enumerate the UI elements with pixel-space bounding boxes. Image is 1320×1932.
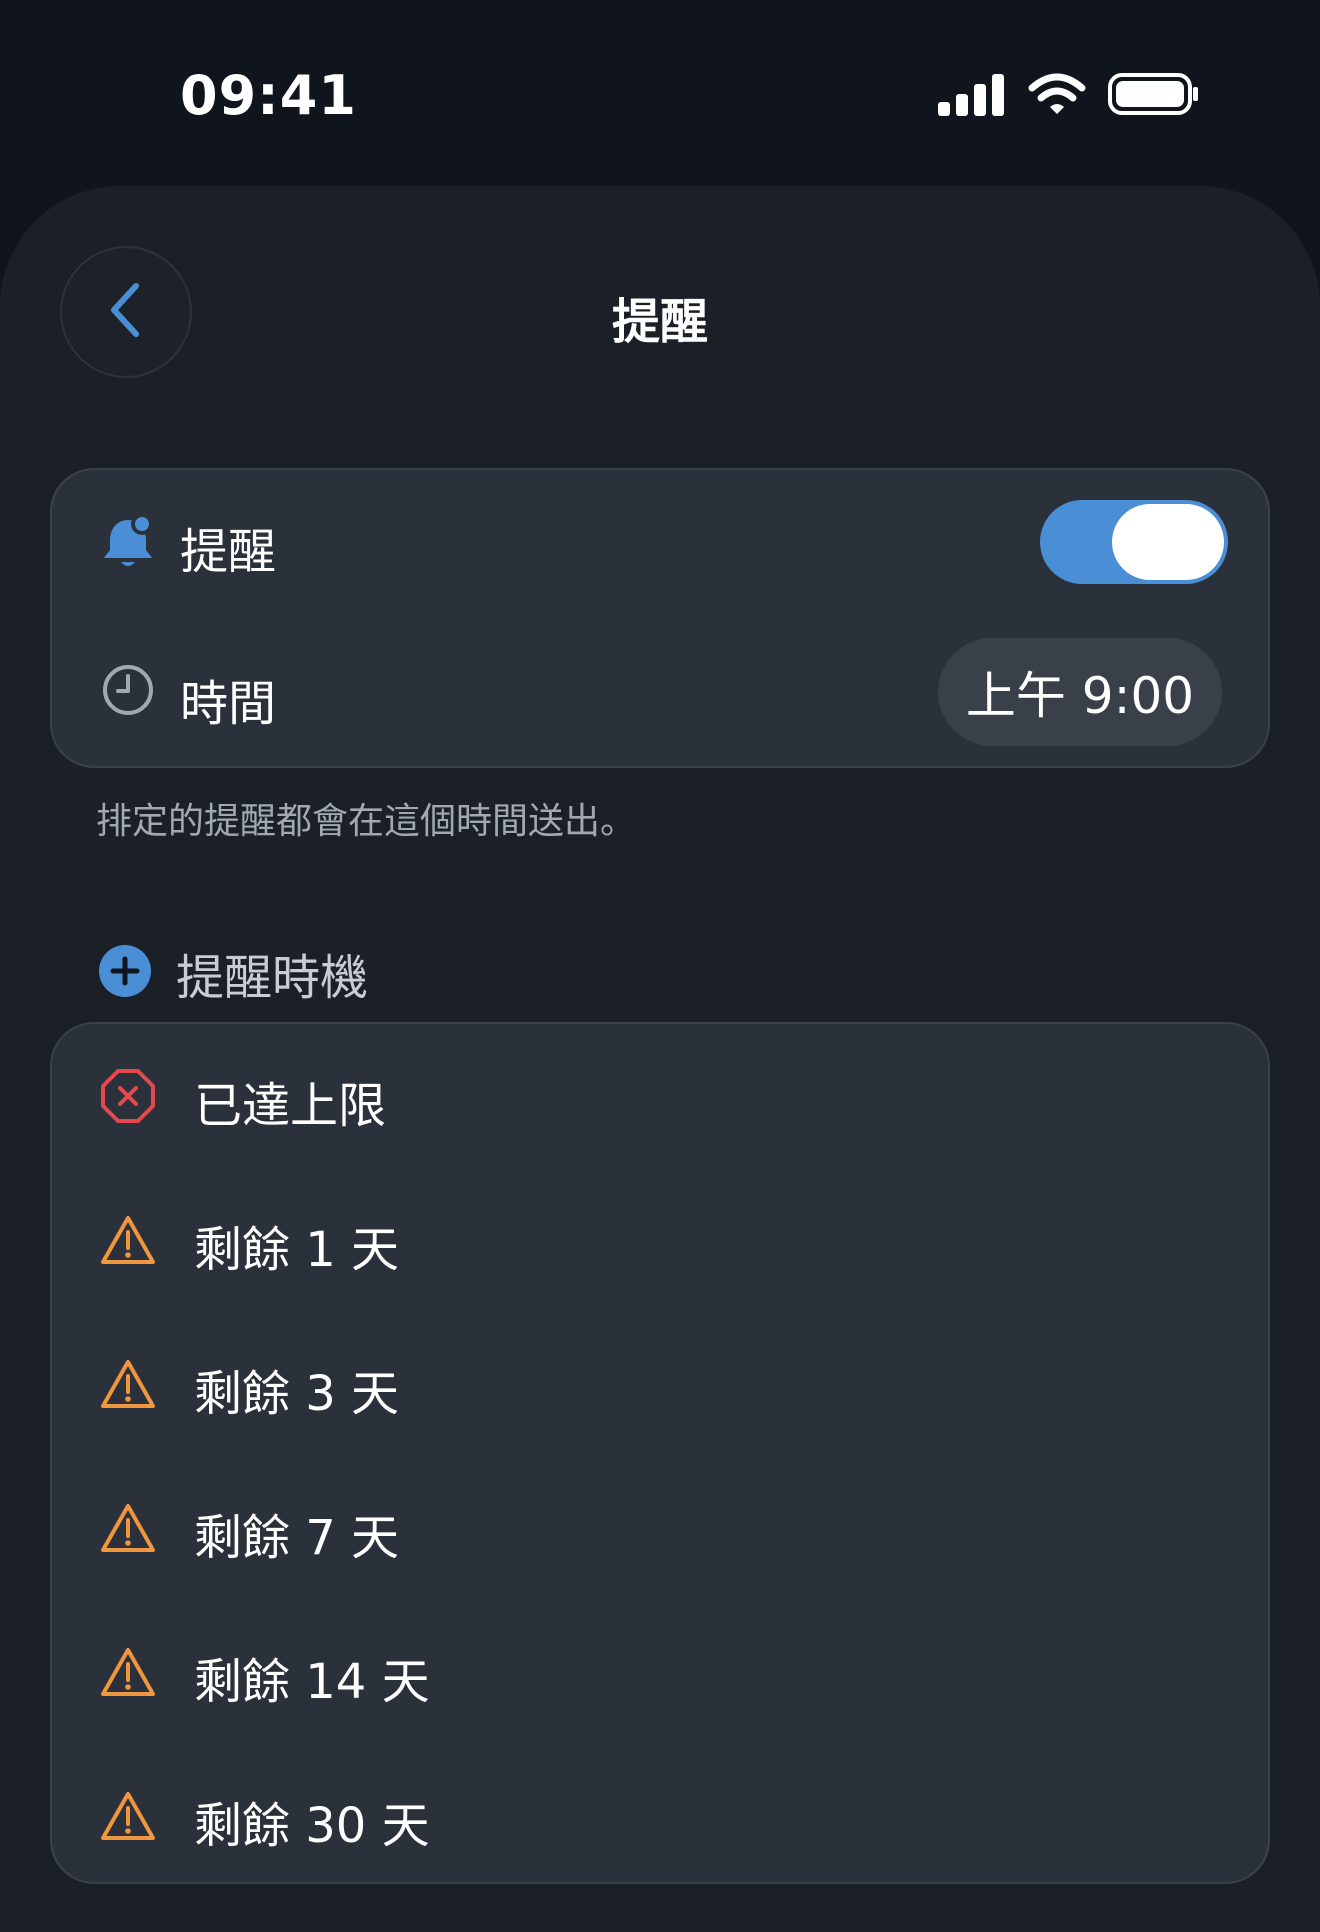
timing-item-3-days[interactable]: 剩餘 3 天 [52, 1312, 1268, 1456]
reminder-row: 提醒 [52, 470, 1268, 614]
warning-icon [100, 1644, 156, 1700]
x-octagon-icon [100, 1068, 156, 1124]
timing-item-7-days[interactable]: 剩餘 7 天 [52, 1456, 1268, 1600]
time-label: 時間 [180, 676, 277, 732]
warning-icon [100, 1212, 156, 1268]
timing-item-14-days[interactable]: 剩餘 14 天 [52, 1600, 1268, 1744]
page-title: 提醒 [611, 294, 708, 350]
time-picker-button[interactable]: 上午 9:00 [938, 638, 1222, 746]
timing-item-limit-reached[interactable]: 已達上限 [52, 1024, 1268, 1168]
timing-item-label: 剩餘 7 天 [194, 1510, 400, 1566]
reminder-toggle[interactable] [1040, 500, 1228, 584]
warning-icon [100, 1500, 156, 1556]
warning-icon [100, 1356, 156, 1412]
timing-item-label: 剩餘 30 天 [194, 1798, 430, 1854]
bell-icon [100, 514, 156, 570]
battery-icon [1108, 72, 1200, 120]
status-time: 09:41 [180, 64, 357, 127]
reminder-label: 提醒 [180, 524, 277, 580]
timing-item-label: 剩餘 3 天 [194, 1366, 400, 1422]
warning-icon [100, 1788, 156, 1844]
timing-item-label: 剩餘 1 天 [194, 1222, 400, 1278]
status-icons [938, 72, 1200, 120]
wifi-icon [1028, 72, 1086, 120]
plus-circle-icon [98, 944, 152, 1002]
clock-icon [100, 662, 156, 718]
settings-card: 提醒 時間 上午 9:00 [50, 468, 1270, 768]
footnote: 排定的提醒都會在這個時間送出。 [96, 801, 637, 842]
timing-item-1-day[interactable]: 剩餘 1 天 [52, 1168, 1268, 1312]
timing-item-label: 剩餘 14 天 [194, 1654, 430, 1710]
section-title: 提醒時機 [176, 950, 369, 1006]
status-bar: 09:41 [0, 0, 1320, 190]
timing-item-label: 已達上限 [194, 1078, 387, 1134]
timing-list-card: 已達上限 剩餘 1 天 剩餘 3 天 剩餘 7 天 剩餘 14 天 剩餘 30 … [50, 1022, 1270, 1884]
signal-icon [938, 72, 1006, 120]
add-timing-button[interactable]: 提醒時機 [98, 938, 368, 1008]
timing-item-30-days[interactable]: 剩餘 30 天 [52, 1744, 1268, 1888]
toggle-knob [1112, 504, 1224, 580]
